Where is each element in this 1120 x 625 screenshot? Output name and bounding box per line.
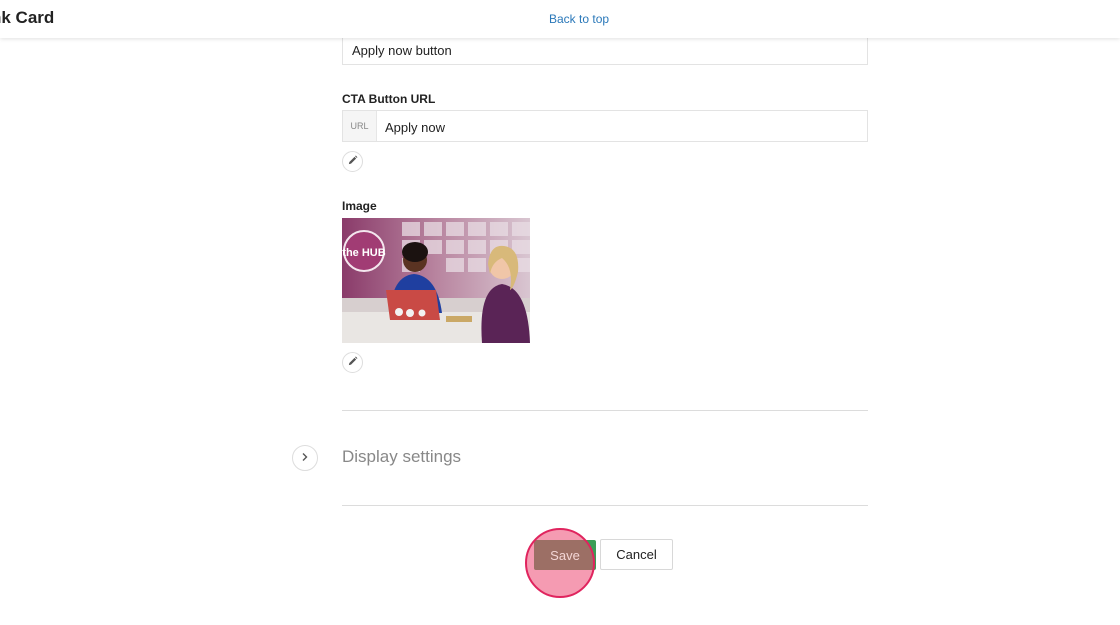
hub-sign-text: the HUB bbox=[342, 247, 385, 259]
pencil-icon bbox=[347, 354, 358, 372]
cancel-button[interactable]: Cancel bbox=[600, 539, 673, 570]
cta-button-url-field[interactable]: URL Apply now bbox=[342, 110, 868, 142]
cta-button-url-label: CTA Button URL bbox=[342, 92, 436, 106]
display-settings-title[interactable]: Display settings bbox=[342, 447, 461, 467]
chevron-right-icon bbox=[300, 449, 310, 467]
image-label: Image bbox=[342, 199, 377, 213]
page-title: nk Card bbox=[0, 8, 55, 27]
edit-image-button[interactable] bbox=[342, 352, 363, 373]
cta-button-url-value: Apply now bbox=[385, 120, 445, 135]
cta-button-text-value: Apply now button bbox=[352, 43, 452, 58]
top-bar: nk Card Back to top bbox=[0, 0, 1120, 38]
section-divider-top bbox=[342, 410, 868, 411]
pencil-icon bbox=[347, 153, 358, 171]
back-to-top-link[interactable]: Back to top bbox=[549, 12, 609, 26]
url-prefix-badge: URL bbox=[343, 111, 377, 141]
section-divider-bottom bbox=[342, 505, 868, 506]
card-image: the HUB bbox=[342, 218, 530, 343]
save-button[interactable] bbox=[534, 540, 596, 570]
edit-card-page: nk Card Back to top Apply now button CTA… bbox=[0, 0, 1120, 625]
edit-url-button[interactable] bbox=[342, 151, 363, 172]
cta-button-text-field[interactable]: Apply now button bbox=[342, 34, 868, 65]
display-settings-expand-button[interactable] bbox=[292, 445, 318, 471]
